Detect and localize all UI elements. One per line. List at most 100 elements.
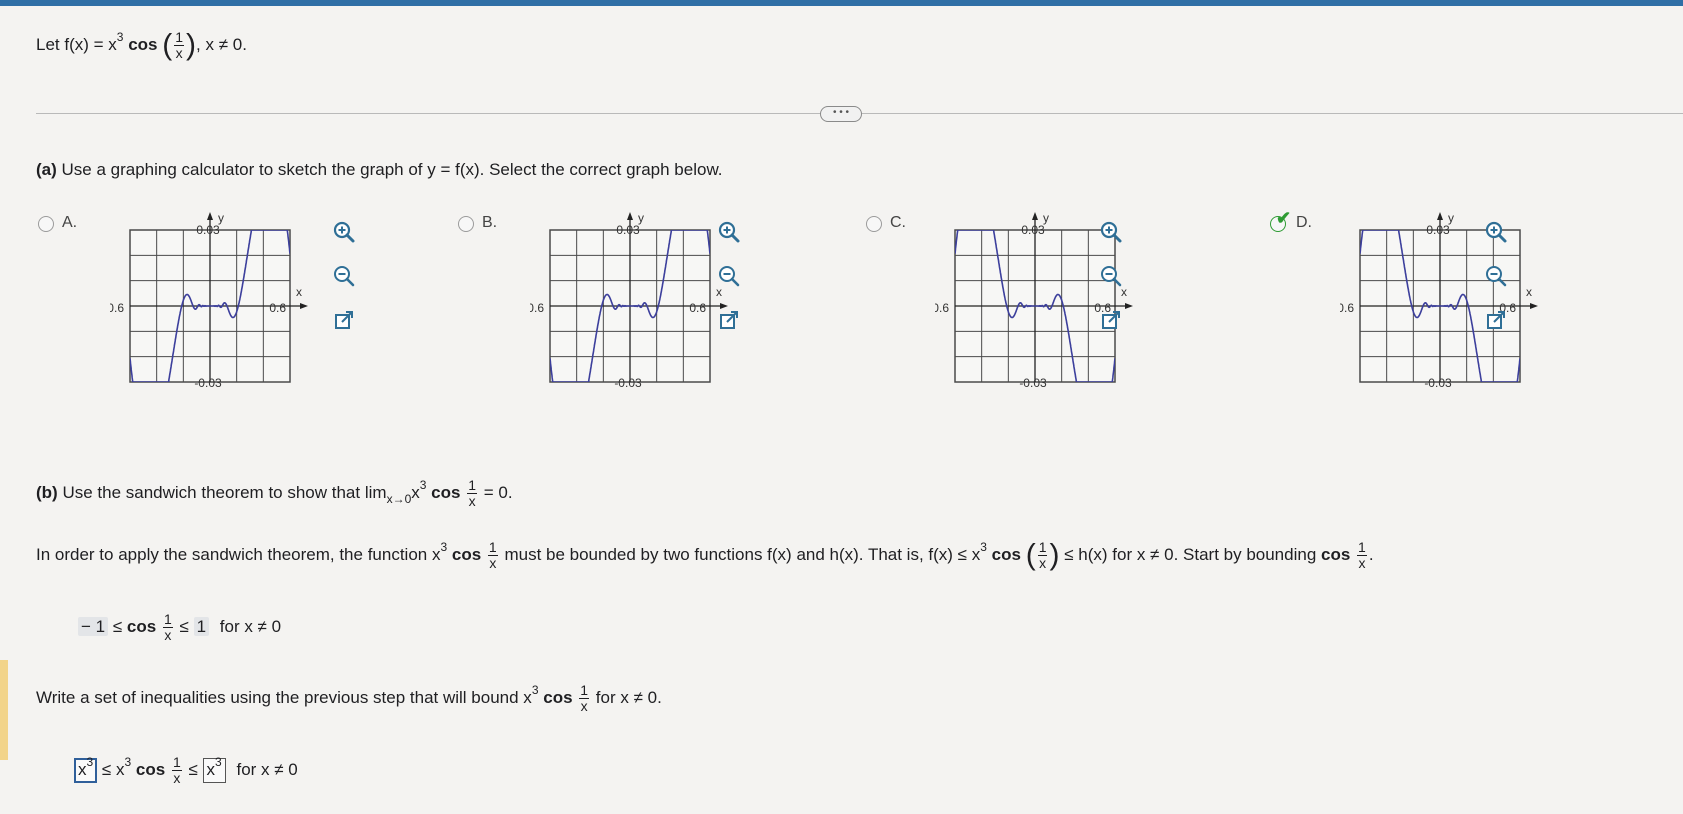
- option-a-open-external-icon[interactable]: [330, 306, 358, 334]
- option-a-radio[interactable]: [38, 216, 54, 232]
- write-set-fraction: 1x: [579, 682, 590, 714]
- step-fraction: 1x: [162, 611, 173, 643]
- instruction-paragraph: In order to apply the sandwich theorem, …: [36, 538, 1374, 572]
- y-axis-arrow: [1437, 212, 1443, 220]
- y-min-label: -0.03: [1424, 376, 1452, 390]
- y-axis-arrow: [207, 212, 213, 220]
- graph-option-a[interactable]: yx0.03-0.03-0.60.6: [110, 210, 330, 410]
- upper-answer-box[interactable]: x3: [202, 755, 226, 783]
- option-c-zoom-in-icon[interactable]: [1097, 218, 1125, 246]
- paragraph-part1: In order to apply the sandwich theorem, …: [36, 544, 441, 564]
- answer-fraction: 1x: [171, 754, 182, 786]
- x-axis-label: x: [296, 285, 302, 299]
- problem-statement: Let f(x) = x3 cos (1 x), x ≠ 0.: [36, 28, 247, 62]
- step-le-1: ≤: [112, 616, 123, 636]
- step-le-2: ≤: [179, 616, 189, 636]
- part-b-label: (b): [36, 482, 58, 502]
- part-b-fraction: 1x: [467, 477, 477, 509]
- part-b-cos: cos: [431, 482, 461, 502]
- option-d-label[interactable]: D.: [1296, 214, 1312, 232]
- paragraph-fraction-2: 1x: [1037, 539, 1048, 571]
- paragraph-exp: 3: [440, 539, 448, 554]
- write-set-exp: 3: [531, 682, 539, 697]
- answer-row: x3 ≤ x3 cos 1x ≤ x3 for x ≠ 0: [74, 755, 298, 786]
- part-a-label: (a): [36, 160, 57, 179]
- problem-let: Let f(x) = x: [36, 34, 117, 54]
- part-b-text: Use the sandwich theorem to show that li…: [62, 482, 387, 502]
- paragraph-cos-3: cos: [1321, 544, 1351, 564]
- option-d-zoom-out-icon[interactable]: [1482, 262, 1510, 290]
- x-max-label: 0.6: [689, 301, 706, 315]
- option-d-open-external-icon[interactable]: [1482, 306, 1510, 334]
- lower-answer-box[interactable]: x3: [74, 755, 98, 783]
- y-max-label: 0.03: [1426, 223, 1450, 237]
- option-a-zoom-in-icon[interactable]: [330, 218, 358, 246]
- y-max-label: 0.03: [616, 223, 640, 237]
- more-button[interactable]: • • •: [820, 106, 862, 122]
- option-b-open-external-icon[interactable]: [715, 306, 743, 334]
- problem-fraction: 1x: [174, 29, 185, 61]
- option-c-open-external-icon[interactable]: [1097, 306, 1125, 334]
- paragraph-part2: must be bounded by two functions f(x) an…: [504, 544, 981, 564]
- paragraph-fraction-3: 1x: [1357, 539, 1367, 571]
- x-axis-label: x: [1526, 285, 1532, 299]
- write-set-tail: for x ≠ 0.: [595, 687, 662, 707]
- paragraph-part3: ≤ h(x) for x ≠ 0. Start by bounding: [1064, 544, 1317, 564]
- paragraph-exp-2: 3: [980, 539, 987, 554]
- problem-condition: , x ≠ 0.: [196, 34, 247, 54]
- x-min-label: -0.6: [1340, 301, 1354, 315]
- paragraph-fraction-1: 1x: [487, 539, 498, 571]
- option-b-label[interactable]: B.: [482, 214, 497, 232]
- paragraph-cos: cos: [451, 544, 482, 564]
- x-max-label: 0.6: [269, 301, 286, 315]
- problem-exponent: 3: [116, 29, 124, 44]
- y-max-label: 0.03: [196, 223, 220, 237]
- y-axis-arrow: [627, 212, 633, 220]
- answer-mid: ≤ x: [101, 759, 125, 779]
- graph-option-d[interactable]: yx0.03-0.03-0.60.6: [1340, 210, 1560, 410]
- y-min-label: -0.03: [194, 376, 222, 390]
- option-d-zoom-in-icon[interactable]: [1482, 218, 1510, 246]
- option-c-radio[interactable]: [866, 216, 882, 232]
- x-min-label: -0.6: [530, 301, 544, 315]
- option-b-zoom-out-icon[interactable]: [715, 262, 743, 290]
- lower-bound-answer: − 1: [78, 616, 109, 636]
- option-b-radio[interactable]: [458, 216, 474, 232]
- y-min-label: -0.03: [1019, 376, 1047, 390]
- part-a-prompt: (a) Use a graphing calculator to sketch …: [36, 160, 723, 180]
- top-accent-bar: [0, 0, 1683, 6]
- part-b-prompt: (b) Use the sandwich theorem to show tha…: [36, 478, 513, 509]
- y-min-label: -0.03: [614, 376, 642, 390]
- option-c-label[interactable]: C.: [890, 214, 906, 232]
- part-b-x: x: [411, 482, 420, 502]
- write-set-cos: cos: [543, 687, 573, 707]
- part-b-exponent: 3: [419, 477, 427, 492]
- write-set-text: Write a set of inequalities using the pr…: [36, 687, 532, 707]
- write-set-prompt: Write a set of inequalities using the pr…: [36, 683, 662, 714]
- limit-subscript: x→0: [386, 491, 412, 506]
- step-cos: cos: [126, 616, 157, 636]
- option-a-label[interactable]: A.: [62, 214, 77, 232]
- x-axis-arrow: [1530, 303, 1538, 309]
- x-axis-arrow: [1125, 303, 1133, 309]
- side-marker: [0, 660, 8, 760]
- answer-cos: cos: [135, 759, 166, 779]
- checkmark-icon: ✔: [1276, 208, 1292, 228]
- x-min-label: -0.6: [110, 301, 124, 315]
- option-c-zoom-out-icon[interactable]: [1097, 262, 1125, 290]
- x-min-label: -0.6: [935, 301, 949, 315]
- x-axis-arrow: [300, 303, 308, 309]
- answer-le: ≤: [188, 759, 198, 779]
- paragraph-cos-2: cos: [991, 544, 1021, 564]
- part-b-tail: = 0.: [483, 482, 513, 502]
- answer-condition: for x ≠ 0: [236, 759, 298, 779]
- y-axis-arrow: [1032, 212, 1038, 220]
- y-max-label: 0.03: [1021, 223, 1045, 237]
- option-a-zoom-out-icon[interactable]: [330, 262, 358, 290]
- problem-cos: cos: [128, 34, 158, 54]
- upper-bound-answer: 1: [193, 616, 210, 636]
- paragraph-end: .: [1368, 544, 1374, 564]
- option-b-zoom-in-icon[interactable]: [715, 218, 743, 246]
- bounding-step: − 1 ≤ cos 1x ≤ 1 for x ≠ 0: [78, 612, 281, 643]
- answer-mid-exp: 3: [124, 754, 132, 769]
